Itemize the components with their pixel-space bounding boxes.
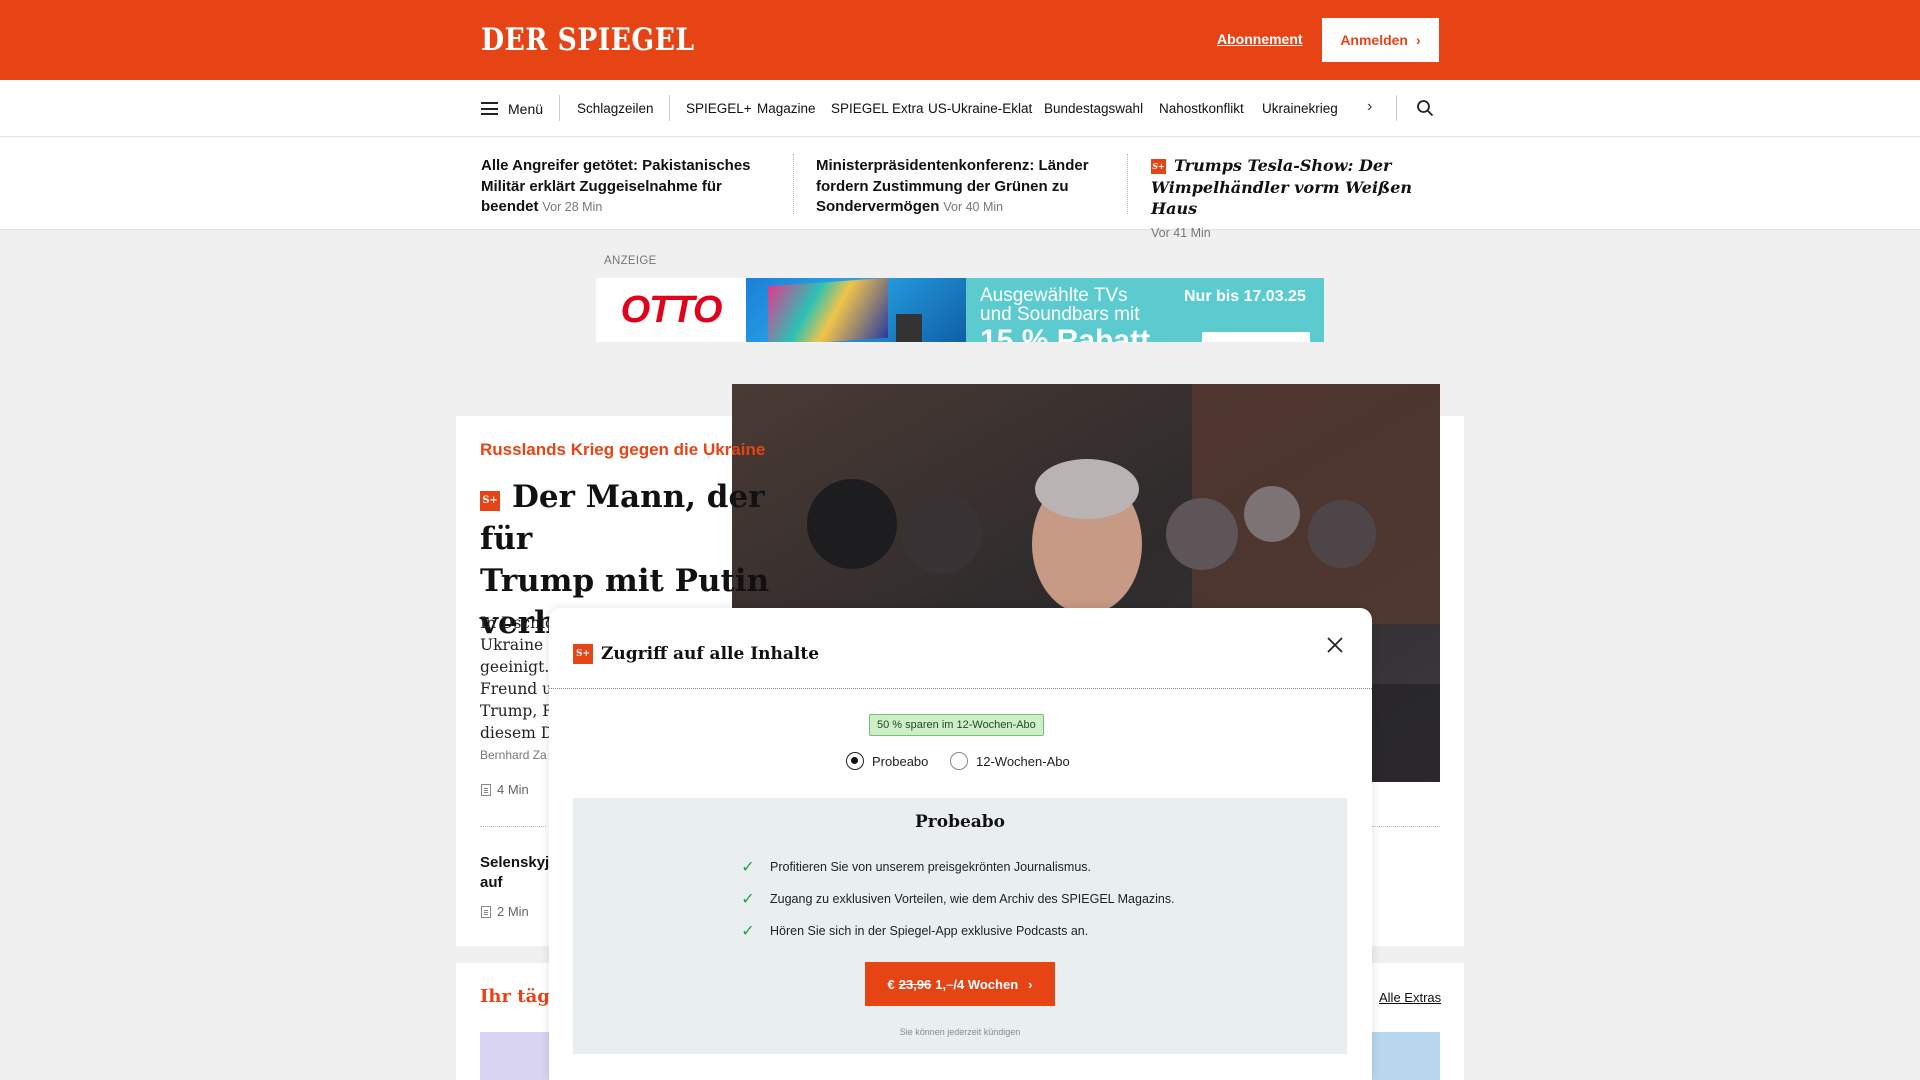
cancel-note: Sie können jederzeit kündigen: [899, 1027, 1021, 1037]
nav-divider: [559, 95, 560, 121]
main-nav: Menü Schlagzeilen SPIEGEL+ Magazine SPIE…: [0, 80, 1920, 137]
nav-item-magazine[interactable]: Magazine: [757, 80, 816, 137]
spiegel-logo[interactable]: DER SPIEGEL: [481, 22, 695, 58]
option-probeabo[interactable]: Probeabo: [846, 752, 928, 770]
feature-item: ✓ Hören Sie sich in der Spiegel-App exkl…: [741, 923, 1089, 940]
search-icon[interactable]: [1416, 99, 1434, 117]
teaser-kicker[interactable]: Russlands Krieg gegen die Ukraine: [480, 440, 765, 460]
radio-unselected-icon[interactable]: [950, 752, 968, 770]
ad-date: Nur bis 17.03.25: [1184, 288, 1306, 305]
chevron-right-icon: ›: [1028, 976, 1033, 992]
headline-time: Vor 40 Min: [943, 200, 1004, 214]
chevron-right-icon: ›: [1416, 32, 1421, 48]
checkmark-icon: ✓: [741, 891, 755, 908]
nav-scroll-right-icon[interactable]: ›: [1367, 98, 1372, 116]
abonnement-link[interactable]: Abonnement: [1217, 31, 1303, 47]
read-time: 4 Min: [481, 782, 529, 797]
teaser-author: Bernhard Za: [480, 748, 547, 762]
modal-divider: [549, 688, 1372, 689]
subscribe-button[interactable]: € 23,96 1,–/4 Wochen ›: [865, 962, 1055, 1006]
new-price: 1,–/4 Wochen: [935, 976, 1019, 992]
headline-time: Vor 41 Min: [1151, 225, 1211, 240]
article-icon: [481, 905, 491, 918]
headline-divider: [793, 154, 794, 214]
nav-divider: [1396, 95, 1397, 121]
teaser-text: In Dschid Ukraine a geeinigt. N Freund u…: [480, 614, 552, 742]
headline-time: Vor 28 Min: [542, 200, 603, 214]
divider: [1372, 826, 1440, 827]
nav-item-spiegel-extra[interactable]: SPIEGEL Extra: [831, 80, 924, 137]
checkmark-icon: ✓: [741, 859, 755, 876]
headline-divider: [1127, 154, 1128, 214]
menu-label: Menü: [508, 100, 544, 117]
close-icon[interactable]: [1324, 634, 1346, 656]
ad-label: ANZEIGE: [604, 255, 657, 267]
tv-product-image: [746, 278, 966, 342]
radio-selected-icon[interactable]: [846, 752, 864, 770]
nav-item-schlagzeilen[interactable]: Schlagzeilen: [577, 80, 654, 137]
option-12-wochen-abo[interactable]: 12-Wochen-Abo: [950, 752, 1070, 770]
spiegel-plus-badge: S+: [1151, 159, 1166, 174]
modal-title: S+ Zugriff auf alle Inhalte: [573, 644, 819, 664]
spiegel-plus-badge: S+: [573, 644, 593, 664]
old-price: 23,96: [898, 976, 932, 992]
spiegel-plus-badge: S+: [480, 491, 500, 511]
sub-read-time: 2 Min: [481, 904, 529, 919]
article-icon: [481, 783, 491, 796]
nav-item-ukrainekrieg[interactable]: Ukrainekrieg: [1262, 80, 1338, 137]
nav-divider: [669, 95, 670, 121]
feature-item: ✓ Profitieren Sie von unserem preisgekrö…: [741, 859, 1091, 876]
divider: [480, 826, 546, 827]
all-extras-link[interactable]: Alle Extras: [1379, 990, 1441, 1005]
login-label: Anmelden: [1340, 32, 1408, 48]
nav-item-bundestagswahl[interactable]: Bundestagswahl: [1044, 80, 1143, 137]
nav-item-spiegel-plus[interactable]: SPIEGEL+: [686, 80, 752, 137]
plan-title: Probeabo: [914, 812, 1006, 832]
ad-banner[interactable]: OTTO Ausgewählte TVs und Soundbars mit 15…: [596, 278, 1324, 342]
ad-cta-button[interactable]: [1202, 332, 1310, 342]
menu-button[interactable]: Menü: [481, 80, 543, 137]
headline-strip: Alle Angreifer getötet: Pakistanisches M…: [0, 137, 1920, 240]
headline-item[interactable]: S+ Trumps Tesla-Show: Der Wimpelhändler v…: [1151, 156, 1451, 243]
top-bar: DER SPIEGEL Abonnement Anmelden ›: [0, 0, 1920, 80]
extras-thumbnail[interactable]: [1370, 1032, 1440, 1080]
feature-item: ✓ Zugang zu exklusiven Vorteilen, wie de…: [741, 891, 1175, 908]
headline-item[interactable]: Alle Angreifer getötet: Pakistanisches M…: [481, 156, 781, 218]
hamburger-icon: [481, 102, 498, 115]
nav-item-us-ukraine-eklat[interactable]: US-Ukraine-Eklat: [928, 80, 1032, 137]
login-button[interactable]: Anmelden ›: [1322, 18, 1439, 62]
savings-badge: 50 % sparen im 12-Wochen-Abo: [869, 714, 1044, 736]
otto-logo: OTTO: [596, 278, 746, 342]
headline-item[interactable]: Ministerpräsidentenkonferenz: Länder for…: [816, 156, 1116, 218]
sub-teaser-headline[interactable]: Selenskyj auf: [480, 853, 549, 893]
nav-item-nahostkonflikt[interactable]: Nahostkonflikt: [1159, 80, 1244, 137]
checkmark-icon: ✓: [741, 923, 755, 940]
ad-copy: Ausgewählte TVs und Soundbars mit 15 % Ra…: [966, 278, 1324, 342]
